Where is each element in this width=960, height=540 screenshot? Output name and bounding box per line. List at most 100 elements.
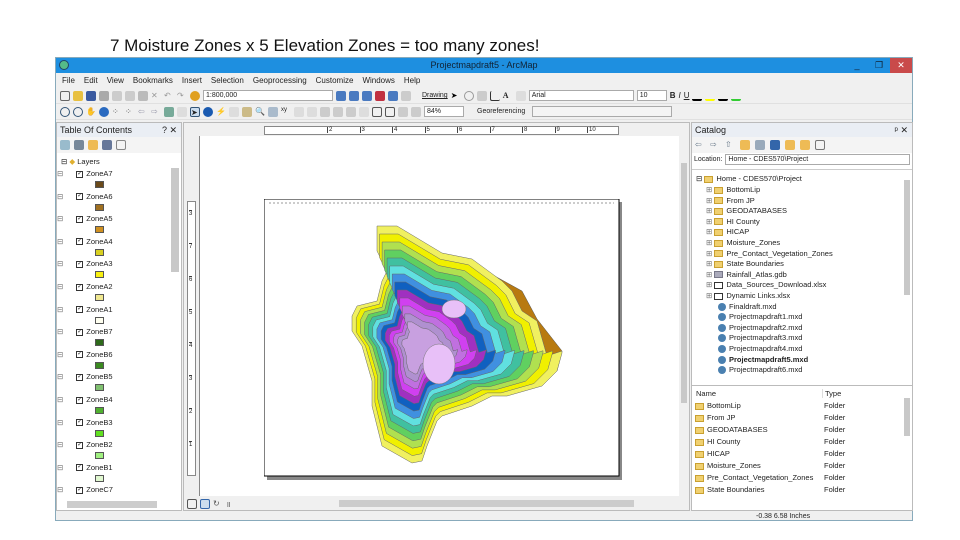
print-icon[interactable] [99,90,109,101]
text-icon[interactable]: A [503,91,513,101]
catalog-window-icon[interactable] [362,90,372,101]
fill-color-icon[interactable] [705,91,716,101]
menu-windows[interactable]: Windows [362,76,394,85]
zoom-100-icon[interactable] [346,106,356,117]
connect-folder-icon[interactable] [755,140,765,150]
layer-item[interactable]: ⊟ ✓ ZoneB2 [57,440,113,449]
redo-icon[interactable]: ↷ [177,91,187,101]
layer-visibility-checkbox[interactable]: ✓ [76,419,84,427]
layer-item[interactable]: ⊟ ✓ ZoneA5 [57,214,113,223]
layer-symbol-swatch[interactable] [95,407,104,414]
catalog-tree-item[interactable]: ⊞ From JP [706,196,755,205]
contents-row[interactable]: Pre_Contact_Vegetation_Zones [695,473,813,482]
find-icon[interactable]: 🔍 [255,107,265,117]
toggle-draft-icon[interactable] [372,106,382,117]
layer-item[interactable]: ⊟ ✓ ZoneB1 [57,463,113,472]
list-by-source-icon[interactable] [74,140,84,150]
layer-symbol-swatch[interactable] [95,429,104,437]
catalog-tree-item[interactable]: Projectmapdraft5.mxd [718,355,808,364]
identify-icon[interactable] [203,106,213,117]
line-color-icon[interactable] [718,91,729,101]
layer-item[interactable]: ⊟ ✓ ZoneA2 [57,282,113,291]
catalog-tree-item[interactable]: Projectmapdraft1.mxd [718,312,802,322]
catalog-tree-item[interactable]: ⊞ HICAP [706,227,749,236]
maximize-button[interactable]: ❐ [868,58,890,73]
catalog-tree-item[interactable]: ⊞ Data_Sources_Download.xlsx [706,280,826,289]
layer-visibility-checkbox[interactable]: ✓ [76,306,84,314]
scale-combo[interactable]: 1:800,000 [203,90,333,101]
save-icon[interactable] [86,90,96,101]
catalog-tree-item[interactable]: ⊞ State Boundaries [706,259,784,268]
close-button[interactable]: ✕ [890,58,912,73]
go-to-xy-icon[interactable]: xy [281,107,291,117]
map-frame[interactable] [264,199,624,482]
menu-help[interactable]: Help [404,76,420,85]
layer-symbol-swatch[interactable] [95,226,104,234]
layer-symbol-swatch[interactable] [95,384,104,392]
catalog-pin-close[interactable]: ᵖ ✕ [895,125,908,136]
pan-icon[interactable]: ✋ [86,107,96,117]
viewer-icon[interactable] [294,106,304,117]
new-icon[interactable] [60,90,70,101]
georeferencing-menu[interactable]: Georeferencing [477,108,525,115]
bold-button[interactable]: B [670,91,676,100]
layer-item[interactable]: ⊟ ✓ ZoneB4 [57,395,113,404]
font-size-combo[interactable]: 10 [636,90,667,101]
list-by-visibility-icon[interactable] [88,140,98,150]
fixed-zoom-out-icon[interactable]: ⁘ [125,107,135,117]
layout-zoom-in-icon[interactable] [307,106,317,117]
options-icon[interactable] [116,140,126,150]
layer-symbol-swatch[interactable] [95,361,104,369]
catalog-tree-item[interactable]: ⊞ Dynamic Links.xlsx [706,291,790,300]
italic-button[interactable]: I [678,91,680,100]
layout-vertical-scrollbar[interactable] [681,163,687,403]
menu-bookmarks[interactable]: Bookmarks [133,76,173,85]
back-icon[interactable]: ⇦ [695,140,705,150]
contents-scrollbar[interactable] [904,398,910,436]
layer-item[interactable]: ⊟ ✓ ZoneB6 [57,350,113,359]
up-one-level-icon[interactable]: ⇧ [725,140,735,150]
minimize-button[interactable]: _ [846,58,868,73]
tree-root[interactable]: ⊟ Home - CDES570\Project [696,174,802,183]
data-driven-pages-icon[interactable] [411,106,421,117]
catalog-tree-item[interactable]: Projectmapdraft2.mxd [718,323,802,332]
time-slider-icon[interactable] [242,106,252,117]
route-icon[interactable] [268,106,278,117]
home-folder-icon[interactable] [740,140,750,150]
layer-item[interactable]: ⊟ ✓ ZoneB7 [57,327,113,336]
html-popup-icon[interactable]: ⚡ [216,107,226,117]
layer-visibility-checkbox[interactable]: ✓ [76,396,84,404]
zoom-whole-page-icon[interactable] [476,90,487,101]
data-view-button[interactable] [187,498,197,509]
layout-pan-icon[interactable] [333,106,343,117]
layer-symbol-swatch[interactable] [95,339,104,347]
location-combo[interactable]: Home - CDES570\Project [725,154,910,165]
layout-view[interactable]: 2 3 4 5 6 7 8 9 10 3 7 6 5 4 3 2 1 ↻ ॥ [183,122,690,511]
layer-visibility-checkbox[interactable]: ✓ [76,373,84,381]
arctoolbox-icon[interactable] [375,90,385,101]
select-elements-icon-2[interactable]: ➤ [190,106,200,117]
menu-customize[interactable]: Customize [316,76,354,85]
catalog-tree-item[interactable]: ⊞ Rainfall_Atlas.gdb [706,270,787,279]
col-type[interactable]: Type [822,389,841,398]
layer-symbol-swatch[interactable] [95,181,104,188]
catalog-tree-item[interactable]: ⊞ GEODATABASES [706,206,787,215]
undo-icon[interactable]: ↶ [164,91,174,101]
layer-symbol-swatch[interactable] [95,316,104,324]
clear-selection-icon[interactable] [177,106,187,117]
forward-icon[interactable]: ⇨ [151,107,161,117]
menu-view[interactable]: View [107,76,124,85]
catalog-tree-scrollbar[interactable] [904,180,910,295]
toc-vertical-scrollbar[interactable] [171,168,179,272]
contents-row[interactable]: Moisture_Zones [695,461,761,470]
new-folder-icon[interactable] [785,140,795,150]
catalog-tree-item[interactable]: ⊞ Moisture_Zones [706,238,780,247]
layer-symbol-swatch[interactable] [95,271,104,279]
contents-row[interactable]: State Boundaries [695,485,765,494]
contents-row[interactable]: HICAP [695,449,730,458]
layout-zoom-combo[interactable]: 84% [424,106,464,117]
layer-visibility-checkbox[interactable]: ✓ [76,238,84,246]
catalog-tree-item[interactable]: ⊞ BottomLip [706,185,760,194]
layer-visibility-checkbox[interactable]: ✓ [76,441,84,449]
layer-visibility-checkbox[interactable]: ✓ [76,486,84,494]
